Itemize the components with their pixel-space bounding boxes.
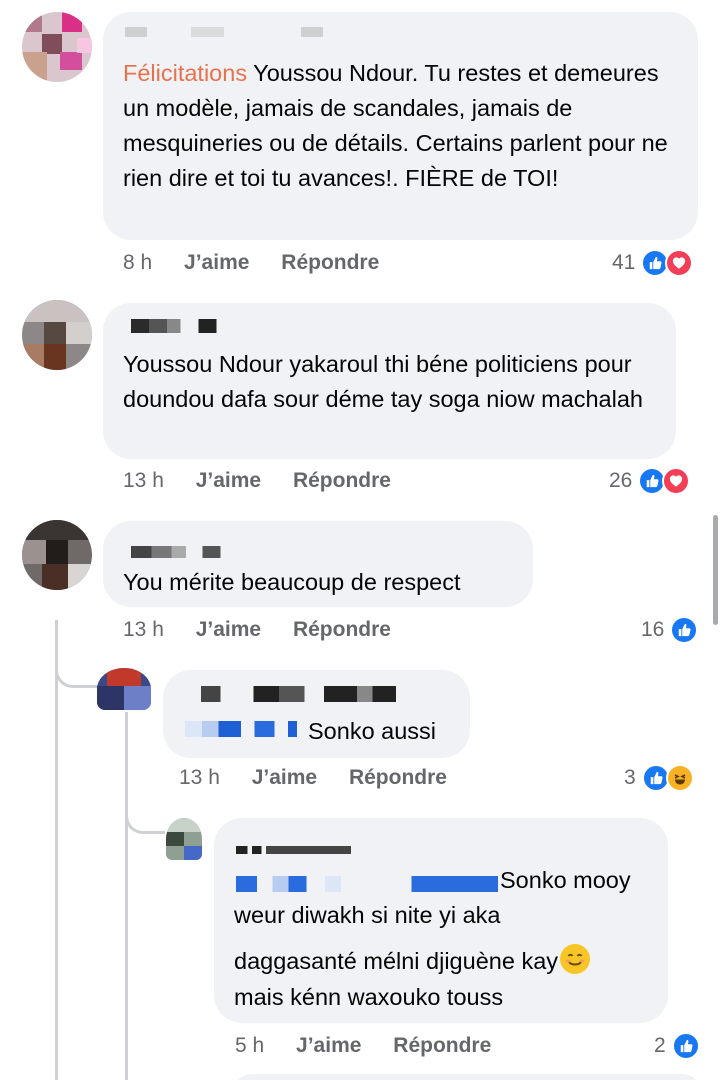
love-icon bbox=[665, 249, 694, 277]
timestamp[interactable]: 8 h bbox=[123, 251, 152, 274]
reaction-summary[interactable]: 2 bbox=[654, 1031, 700, 1061]
like-button[interactable]: J’aime bbox=[196, 469, 261, 492]
like-button[interactable]: J’aime bbox=[184, 251, 249, 274]
comment-bubble: Youssou Ndour yakaroul thi béne politici… bbox=[103, 303, 676, 459]
thread-line-main bbox=[55, 620, 58, 1080]
timestamp[interactable]: 13 h bbox=[123, 618, 164, 641]
reaction-count: 3 bbox=[624, 766, 636, 789]
comment-text-line: Sonko mooy bbox=[500, 867, 631, 893]
comment-meta: 5 h J’aime Répondre bbox=[235, 1032, 491, 1060]
reaction-summary[interactable]: 3 bbox=[624, 763, 694, 793]
comment-meta: 13 h J’aime Répondre bbox=[123, 467, 391, 495]
like-icon bbox=[670, 616, 699, 644]
comment-bubble: Sonko aussi bbox=[163, 670, 470, 758]
thread-connector-nested bbox=[125, 800, 165, 834]
reaction-count: 41 bbox=[612, 251, 636, 274]
reply-button[interactable]: Répondre bbox=[281, 251, 379, 274]
like-icon bbox=[671, 1032, 700, 1060]
reply-button[interactable]: Répondre bbox=[293, 618, 391, 641]
comment-text-line: mais kénn waxouko touss bbox=[234, 984, 504, 1010]
avatar[interactable] bbox=[22, 520, 92, 590]
comment-text: Youssou Ndour yakaroul thi béne politici… bbox=[123, 351, 643, 412]
comment-text: You mérite beaucoup de respect bbox=[123, 569, 461, 595]
comment-bubble: Sonko mooy weur diwakh si nite yi aka da… bbox=[214, 818, 668, 1023]
comment-meta: 13 h J’aime Répondre bbox=[179, 764, 447, 792]
mention-redacted bbox=[185, 721, 297, 737]
reply-button[interactable]: Répondre bbox=[349, 766, 447, 789]
reaction-count: 26 bbox=[609, 469, 633, 492]
love-icon bbox=[662, 467, 691, 495]
author-name-redacted bbox=[125, 27, 345, 37]
next-comment-bubble bbox=[232, 1074, 702, 1080]
comment-bubble: Félicitations Youssou Ndour. Tu restes e… bbox=[103, 12, 698, 240]
author-name-redacted bbox=[131, 546, 246, 558]
reaction-summary[interactable]: 26 bbox=[609, 466, 691, 496]
comment-bubble: You mérite beaucoup de respect bbox=[103, 521, 533, 607]
reaction-summary[interactable]: 16 bbox=[641, 615, 699, 645]
timestamp[interactable]: 13 h bbox=[123, 469, 164, 492]
comment-meta: 8 h J’aime Répondre bbox=[123, 249, 379, 277]
scrollbar[interactable] bbox=[713, 515, 718, 625]
haha-icon bbox=[665, 764, 694, 792]
avatar[interactable] bbox=[22, 300, 92, 370]
mention-link[interactable]: Félicitations bbox=[123, 60, 247, 86]
comment-text: Félicitations Youssou Ndour. Tu restes e… bbox=[123, 60, 668, 191]
like-button[interactable]: J’aime bbox=[196, 618, 261, 641]
reply-button[interactable]: Répondre bbox=[393, 1034, 491, 1057]
author-name-redacted bbox=[236, 846, 351, 854]
like-button[interactable]: J’aime bbox=[252, 766, 317, 789]
avatar[interactable] bbox=[22, 12, 92, 82]
timestamp[interactable]: 5 h bbox=[235, 1034, 264, 1057]
author-name-redacted bbox=[201, 686, 396, 702]
avatar[interactable] bbox=[97, 668, 151, 710]
mention-redacted bbox=[236, 876, 498, 892]
thread-line-nested bbox=[125, 712, 128, 1080]
reaction-count: 16 bbox=[641, 618, 665, 641]
reaction-count: 2 bbox=[654, 1034, 666, 1057]
smiling-face-emoji bbox=[560, 944, 591, 974]
reaction-summary[interactable]: 41 bbox=[612, 248, 694, 278]
reply-button[interactable]: Répondre bbox=[293, 469, 391, 492]
comment-text: Sonko aussi bbox=[308, 718, 437, 744]
avatar[interactable] bbox=[166, 818, 202, 860]
comment-text-line: daggasanté mélni djiguène kay bbox=[234, 944, 654, 979]
author-name-redacted bbox=[131, 319, 221, 333]
comment-text-line: weur diwakh si nite yi aka bbox=[234, 902, 501, 928]
comment-meta: 13 h J’aime Répondre bbox=[123, 616, 391, 644]
timestamp[interactable]: 13 h bbox=[179, 766, 220, 789]
like-button[interactable]: J’aime bbox=[296, 1034, 361, 1057]
